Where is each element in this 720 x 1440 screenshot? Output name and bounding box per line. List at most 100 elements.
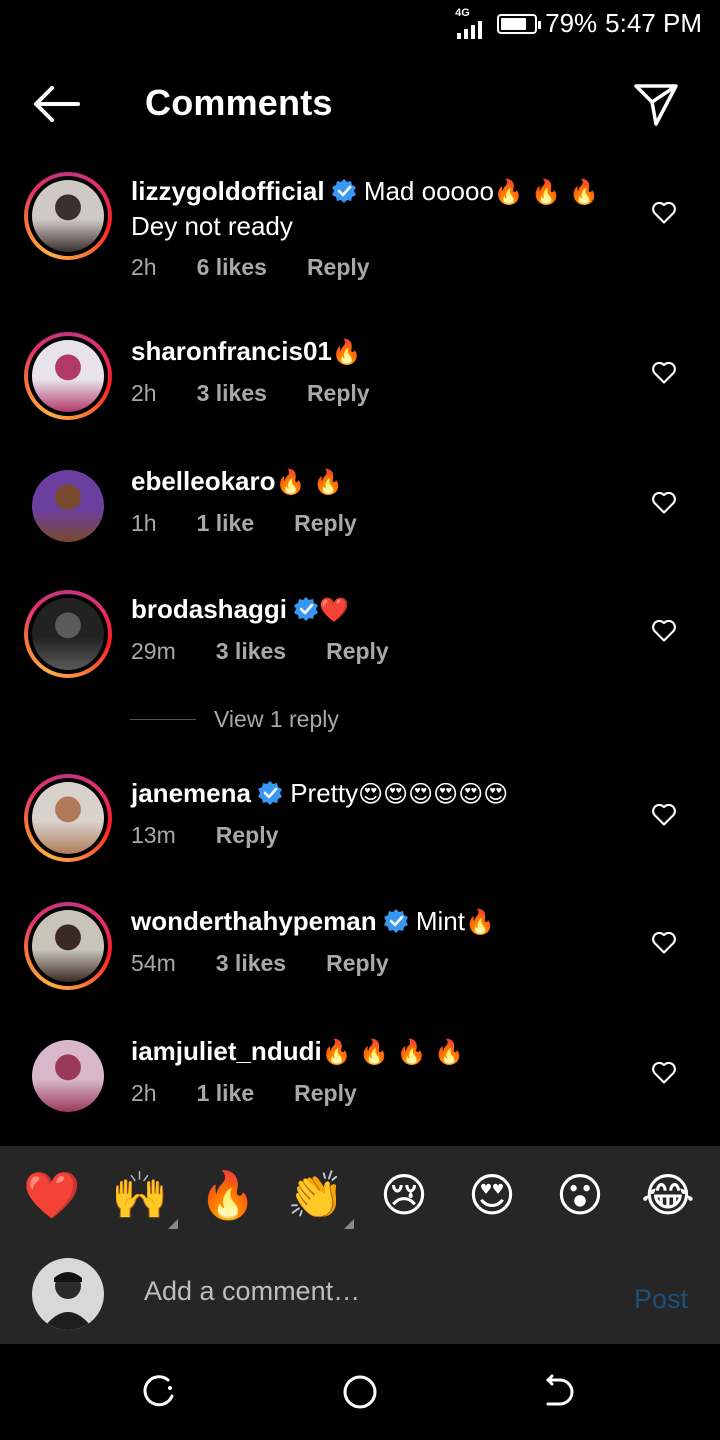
comment-body-line2: Dey not ready (131, 211, 293, 241)
system-nav-bar (0, 1344, 720, 1440)
reaction-clapping-hands-icon[interactable]: 👏 (284, 1167, 354, 1229)
like-heart-icon[interactable] (650, 616, 678, 644)
reply-button[interactable]: Reply (294, 510, 357, 537)
share-button[interactable] (632, 80, 680, 128)
reply-button[interactable]: Reply (326, 638, 389, 665)
comment-body: Mint (415, 906, 465, 936)
comment-text: brodashaggi ❤️ (131, 592, 610, 627)
comment-likes[interactable]: 6 likes (197, 254, 267, 281)
reaction-heart-icon[interactable]: ❤️ (20, 1168, 84, 1223)
comment-meta: 29m 3 likes Reply (131, 638, 389, 665)
comment-likes[interactable]: 3 likes (216, 950, 286, 977)
back-button[interactable] (30, 82, 82, 126)
comment-username[interactable]: lizzygoldofficial (131, 176, 325, 206)
quick-reactions-bar: ❤️ 🙌 🔥 👏 😢 😍 😮 😂 (0, 1146, 720, 1244)
reaction-emoji: ❤️ (23, 1167, 81, 1222)
reply-button[interactable]: Reply (294, 1080, 357, 1107)
comment-avatar[interactable] (24, 1032, 112, 1120)
comment-username[interactable]: ebelleokaro (131, 466, 276, 496)
reply-button[interactable]: Reply (307, 380, 370, 407)
status-indicators: 4G 79% 5:47 PM (455, 6, 702, 39)
comment-likes[interactable]: 3 likes (216, 638, 286, 665)
reaction-surprised-face-icon[interactable]: 😮 (548, 1168, 612, 1222)
view-replies-label: View 1 reply (214, 706, 339, 732)
reaction-emoji: 🔥 (199, 1167, 257, 1222)
comment-emojis: 🔥 (331, 338, 362, 366)
reaction-crying-face-icon[interactable]: 😢 (372, 1168, 436, 1222)
back-nav-button[interactable] (542, 1374, 578, 1410)
like-heart-icon[interactable] (650, 358, 678, 386)
like-heart-icon[interactable] (650, 1058, 678, 1086)
comment-avatar[interactable] (24, 902, 112, 990)
comment-text: iamjuliet_ndudi🔥 🔥 🔥 🔥 (131, 1034, 610, 1069)
like-heart-icon[interactable] (650, 928, 678, 956)
comment-meta: 2h 6 likes Reply (131, 254, 370, 281)
home-icon (343, 1375, 377, 1409)
skin-tone-menu-indicator (168, 1218, 178, 1229)
comment-emojis: 🔥 (464, 908, 495, 936)
post-button[interactable]: Post (634, 1284, 688, 1315)
status-bar: 4G 79% 5:47 PM (0, 0, 720, 50)
comment-likes[interactable]: 3 likes (197, 380, 267, 407)
battery-icon (497, 13, 542, 34)
back-arrow-icon (34, 86, 80, 122)
comment-username[interactable]: wonderthahypeman (131, 906, 377, 936)
send-icon (634, 84, 678, 126)
like-heart-icon[interactable] (650, 198, 678, 226)
my-avatar (32, 1258, 104, 1330)
comment-body: Mad ooooo (363, 176, 494, 206)
reply-button[interactable]: Reply (326, 950, 389, 977)
comment-time: 2h (131, 1080, 157, 1106)
comment-avatar[interactable] (24, 462, 112, 550)
comment-body: Pretty (290, 778, 359, 808)
comment-text: ebelleokaro🔥 🔥 (131, 464, 610, 499)
comment-username[interactable]: sharonfrancis01 (131, 336, 332, 366)
comment-avatar[interactable] (24, 590, 112, 678)
reaction-emoji: 😮 (556, 1168, 604, 1222)
reaction-emoji: 😍 (468, 1168, 516, 1222)
comment-input[interactable] (144, 1276, 564, 1307)
comment-meta: 54m 3 likes Reply (131, 950, 389, 977)
like-heart-icon[interactable] (650, 800, 678, 828)
comment-text: sharonfrancis01🔥 (131, 334, 610, 369)
verified-badge-icon (331, 178, 357, 204)
header: Comments (0, 70, 720, 140)
network-type: 4G (455, 6, 470, 19)
comment-time: 13m (131, 822, 176, 848)
back-nav-icon (546, 1374, 574, 1406)
home-button[interactable] (342, 1374, 378, 1410)
reply-button[interactable]: Reply (307, 254, 370, 281)
comment-avatar[interactable] (24, 172, 112, 260)
comment-meta: 1h 1 like Reply (131, 510, 357, 537)
comment-likes[interactable]: 1 like (197, 510, 255, 537)
verified-badge-icon (257, 780, 283, 806)
comment-avatar[interactable] (24, 332, 112, 420)
comment-emojis: 🔥 🔥 🔥 (493, 178, 599, 206)
comment-likes[interactable]: 1 like (197, 1080, 255, 1107)
recents-button[interactable] (142, 1374, 178, 1410)
comment-composer: Post (0, 1244, 720, 1344)
recents-icon (143, 1375, 174, 1407)
reply-button[interactable]: Reply (216, 822, 279, 849)
comment-username[interactable]: brodashaggi (131, 594, 287, 624)
comment-time: 1h (131, 510, 157, 536)
comment-time: 29m (131, 638, 176, 664)
page-title: Comments (145, 82, 333, 123)
reaction-heart-eyes-icon[interactable]: 😍 (460, 1168, 524, 1222)
comment-username[interactable]: iamjuliet_ndudi (131, 1036, 322, 1066)
reaction-fire-icon[interactable]: 🔥 (196, 1168, 260, 1223)
comment-emojis: 😍😍😍😍😍😍 (358, 780, 509, 808)
like-heart-icon[interactable] (650, 488, 678, 516)
comment-meta: 2h 1 like Reply (131, 1080, 357, 1107)
reaction-emoji: 👏 (287, 1167, 345, 1222)
comment-username[interactable]: janemena (131, 778, 251, 808)
verified-badge-icon (293, 596, 319, 622)
comment-avatar[interactable] (24, 774, 112, 862)
skin-tone-menu-indicator (344, 1218, 354, 1229)
comment-emojis: 🔥 🔥 🔥 🔥 (321, 1038, 465, 1066)
reaction-emoji: 🙌 (111, 1167, 169, 1222)
reaction-raising-hands-icon[interactable]: 🙌 (108, 1167, 178, 1229)
reaction-tears-of-joy-icon[interactable]: 😂 (636, 1168, 700, 1222)
comment-time: 2h (131, 380, 157, 406)
view-replies-link[interactable]: View 1 reply (130, 706, 339, 733)
